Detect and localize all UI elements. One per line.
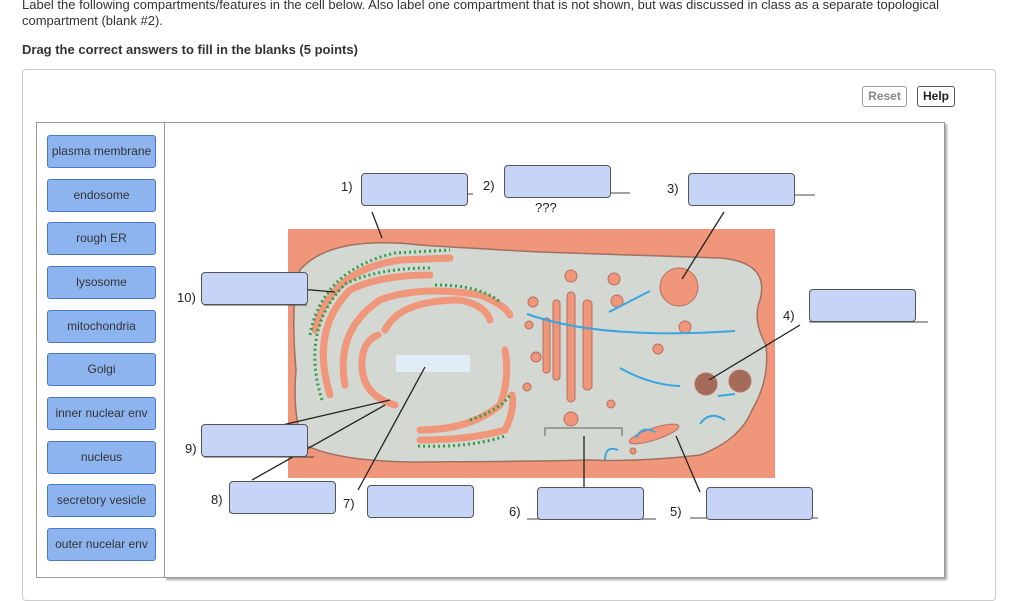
drop-zone-3[interactable] xyxy=(688,173,795,206)
blank-number: 7) xyxy=(343,496,355,511)
drop-zone-9[interactable] xyxy=(201,424,308,457)
drop-zone-1[interactable] xyxy=(361,173,468,206)
blank-number: 10) xyxy=(177,290,196,305)
drop-zone-5[interactable] xyxy=(706,487,813,520)
drop-zone-8[interactable] xyxy=(229,481,336,514)
blank-number: 3) xyxy=(667,181,679,196)
blank-number: 6) xyxy=(509,504,521,519)
drop-zone-6[interactable] xyxy=(537,487,644,520)
blank-number: 9) xyxy=(185,441,197,456)
unknown-label: ??? xyxy=(535,200,557,215)
blank-number: 5) xyxy=(670,504,682,519)
lysosome-vesicle xyxy=(659,267,699,307)
drop-zone-4[interactable] xyxy=(809,289,916,322)
blank-number: 4) xyxy=(783,308,795,323)
drop-zone-2[interactable] xyxy=(504,165,611,198)
nucleus-label-box xyxy=(396,355,470,372)
drop-zone-10[interactable] xyxy=(201,272,308,305)
blank-number: 8) xyxy=(211,492,223,507)
blank-number: 1) xyxy=(341,179,353,194)
blank-number: 2) xyxy=(483,178,495,193)
drop-zone-7[interactable] xyxy=(367,485,474,518)
